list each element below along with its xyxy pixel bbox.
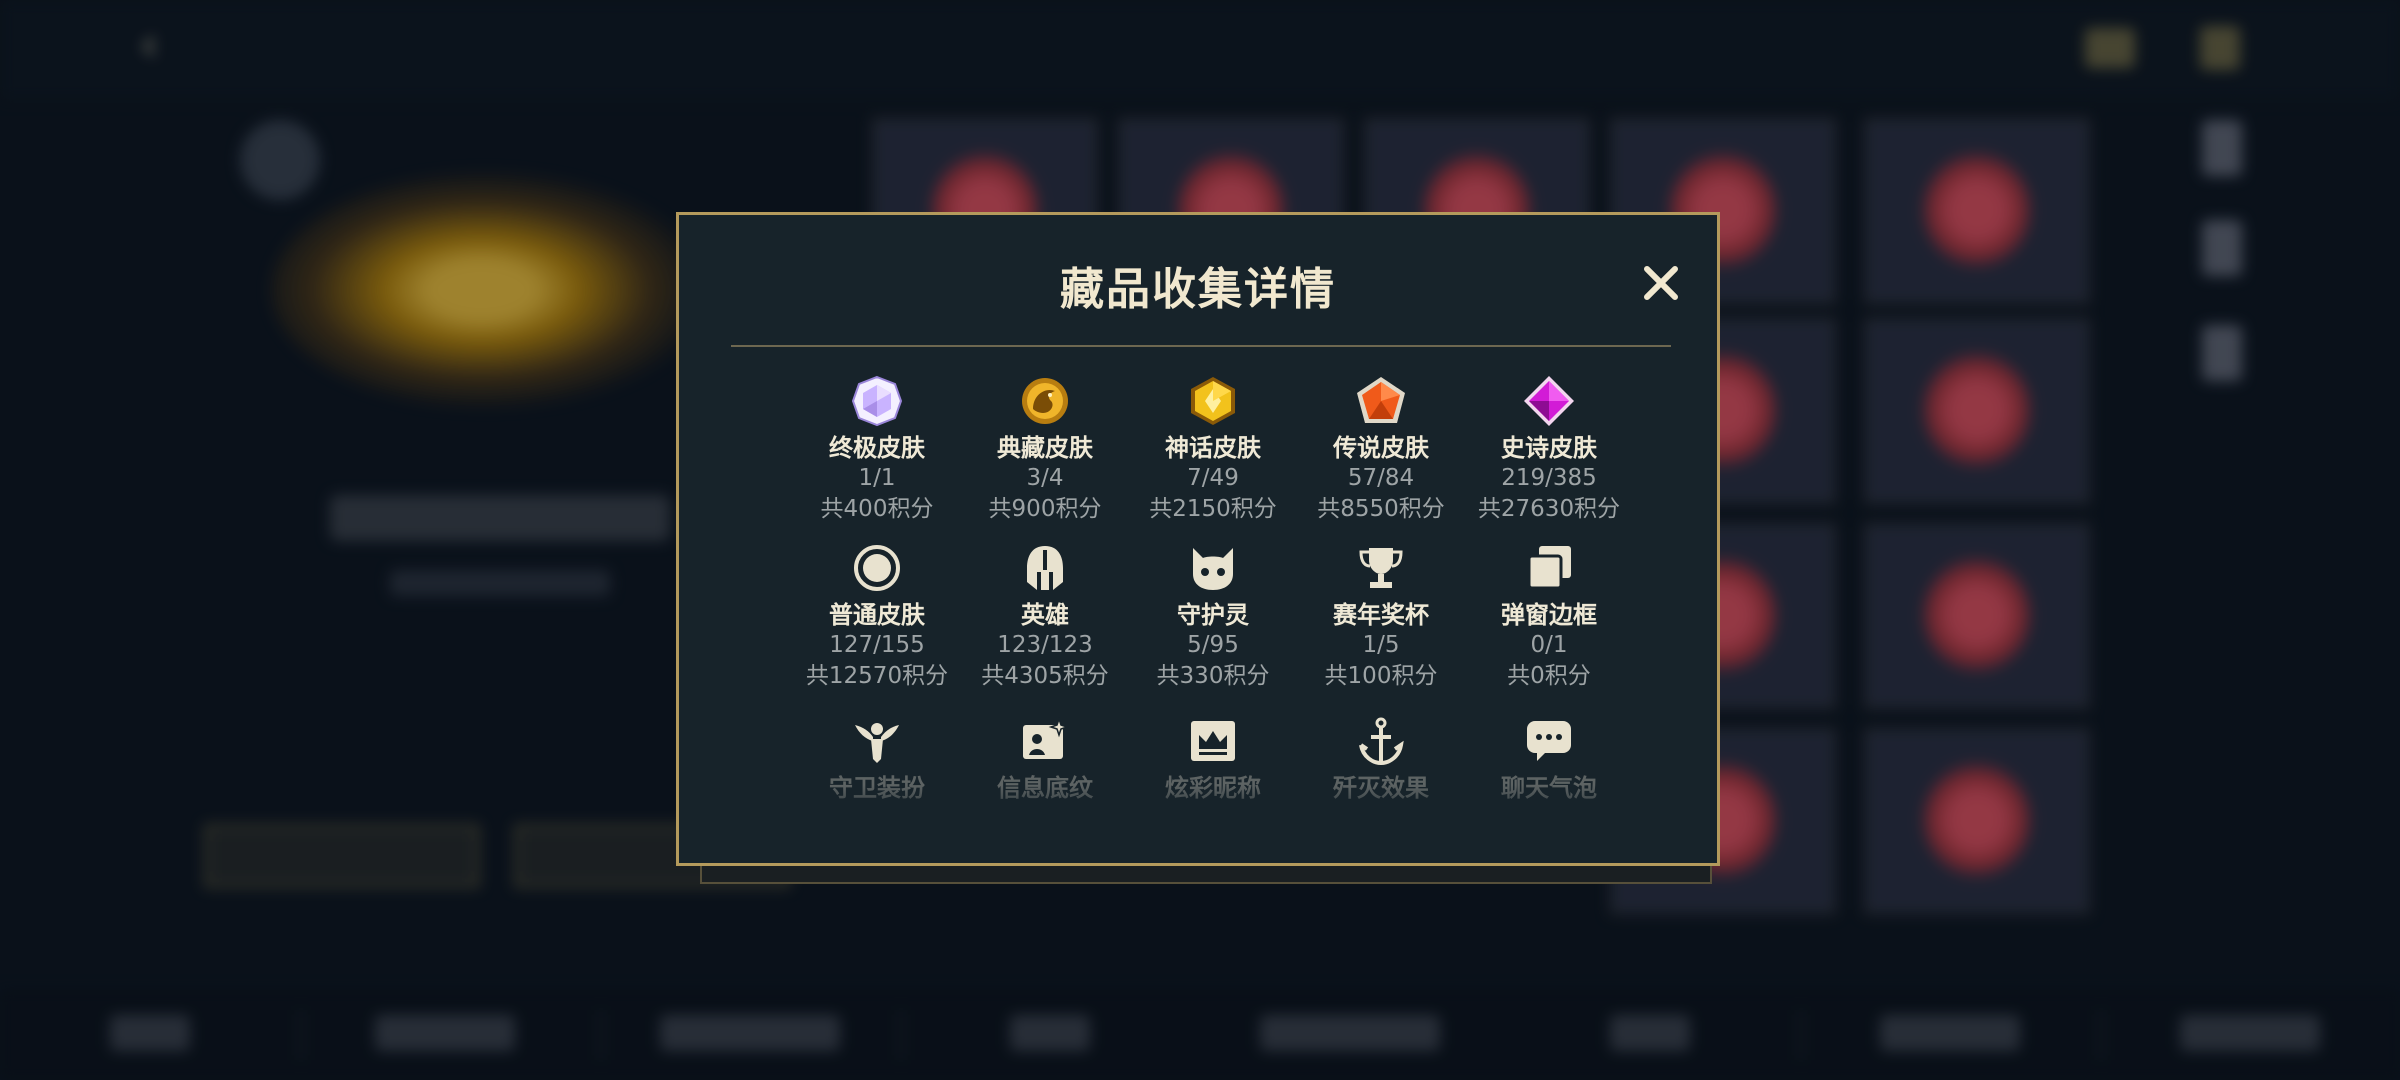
category-count: 219/385 bbox=[1501, 465, 1597, 491]
category-count: 7/49 bbox=[1187, 465, 1239, 491]
category-points: 共100积分 bbox=[1324, 663, 1438, 689]
ultimate-skin-gem-icon bbox=[851, 375, 903, 427]
guard-outfit-icon bbox=[855, 723, 899, 763]
category-count: 57/84 bbox=[1347, 465, 1415, 491]
category-count: 3/4 bbox=[1026, 465, 1064, 491]
chat-bubble-icon bbox=[1527, 721, 1571, 761]
category-legendary-skin[interactable]: 传说皮肤 57/84 共8550积分 bbox=[1297, 375, 1465, 525]
category-ultimate-skin[interactable]: 终极皮肤 1/1 共400积分 bbox=[793, 375, 961, 525]
category-points: 共12570积分 bbox=[805, 663, 949, 689]
close-button[interactable] bbox=[1637, 259, 1685, 307]
info-background-icon bbox=[1023, 716, 1070, 759]
category-name: 神话皮肤 bbox=[1165, 434, 1261, 462]
category-count: 5/95 bbox=[1187, 632, 1239, 658]
category-count: 1/1 bbox=[858, 465, 896, 491]
category-points: 共8550积分 bbox=[1317, 496, 1445, 522]
category-name: 守护灵 bbox=[1177, 601, 1249, 629]
guardian-spirit-icon bbox=[1193, 548, 1233, 590]
category-epic-skin[interactable]: 史诗皮肤 219/385 共27630积分 bbox=[1465, 375, 1633, 525]
category-season-trophy[interactable]: 赛年奖杯 1/5 共100积分 bbox=[1297, 542, 1465, 692]
category-count: 127/155 bbox=[829, 632, 925, 658]
legendary-skin-gem-icon bbox=[1357, 377, 1405, 423]
category-collector-skin[interactable]: 典藏皮肤 3/4 共900积分 bbox=[961, 375, 1129, 525]
category-points: 共4305积分 bbox=[981, 663, 1109, 689]
annihilation-effect-icon bbox=[1359, 717, 1404, 766]
category-name: 赛年奖杯 bbox=[1333, 601, 1429, 629]
category-points: 共400积分 bbox=[820, 496, 934, 522]
hero-helmet-icon bbox=[1027, 546, 1063, 590]
title-divider bbox=[731, 345, 1671, 347]
category-count: 123/123 bbox=[997, 632, 1093, 658]
category-name: 弹窗边框 bbox=[1501, 601, 1597, 629]
normal-skin-ring-icon bbox=[854, 545, 900, 591]
collector-skin-dragon-icon bbox=[1022, 378, 1068, 424]
season-trophy-icon bbox=[1359, 548, 1403, 588]
close-icon bbox=[1644, 266, 1678, 300]
collection-details-dialog: 藏品收集详情 终极皮肤 1/1 共400积分 典藏皮肤 3/4 共900积分 神… bbox=[676, 212, 1720, 866]
category-mythic-skin[interactable]: 神话皮肤 7/49 共2150积分 bbox=[1129, 375, 1297, 525]
category-guardian-spirit[interactable]: 守护灵 5/95 共330积分 bbox=[1129, 542, 1297, 692]
epic-skin-gem-icon bbox=[1524, 376, 1574, 426]
category-name: 英雄 bbox=[1021, 601, 1069, 629]
category-popup-frame[interactable]: 弹窗边框 0/1 共0积分 bbox=[1465, 542, 1633, 692]
popup-frame-icon bbox=[1527, 546, 1571, 590]
category-name: 史诗皮肤 bbox=[1501, 434, 1597, 462]
category-count: 0/1 bbox=[1530, 632, 1568, 658]
category-points: 共27630积分 bbox=[1477, 496, 1621, 522]
category-name: 终极皮肤 bbox=[829, 434, 925, 462]
category-name: 典藏皮肤 bbox=[997, 434, 1093, 462]
scroll-fade-overlay bbox=[682, 785, 1714, 860]
mythic-skin-gem-icon bbox=[1191, 377, 1235, 425]
dialog-title: 藏品收集详情 bbox=[1060, 264, 1336, 315]
category-points: 共900积分 bbox=[988, 496, 1102, 522]
category-name: 传说皮肤 bbox=[1333, 434, 1429, 462]
colorful-nickname-icon bbox=[1191, 721, 1235, 761]
category-normal-skin[interactable]: 普通皮肤 127/155 共12570积分 bbox=[793, 542, 961, 692]
category-points: 共0积分 bbox=[1507, 663, 1591, 689]
category-hero[interactable]: 英雄 123/123 共4305积分 bbox=[961, 542, 1129, 692]
category-name: 普通皮肤 bbox=[829, 601, 925, 629]
category-points: 共330积分 bbox=[1156, 663, 1270, 689]
category-points: 共2150积分 bbox=[1149, 496, 1277, 522]
category-count: 1/5 bbox=[1362, 632, 1400, 658]
